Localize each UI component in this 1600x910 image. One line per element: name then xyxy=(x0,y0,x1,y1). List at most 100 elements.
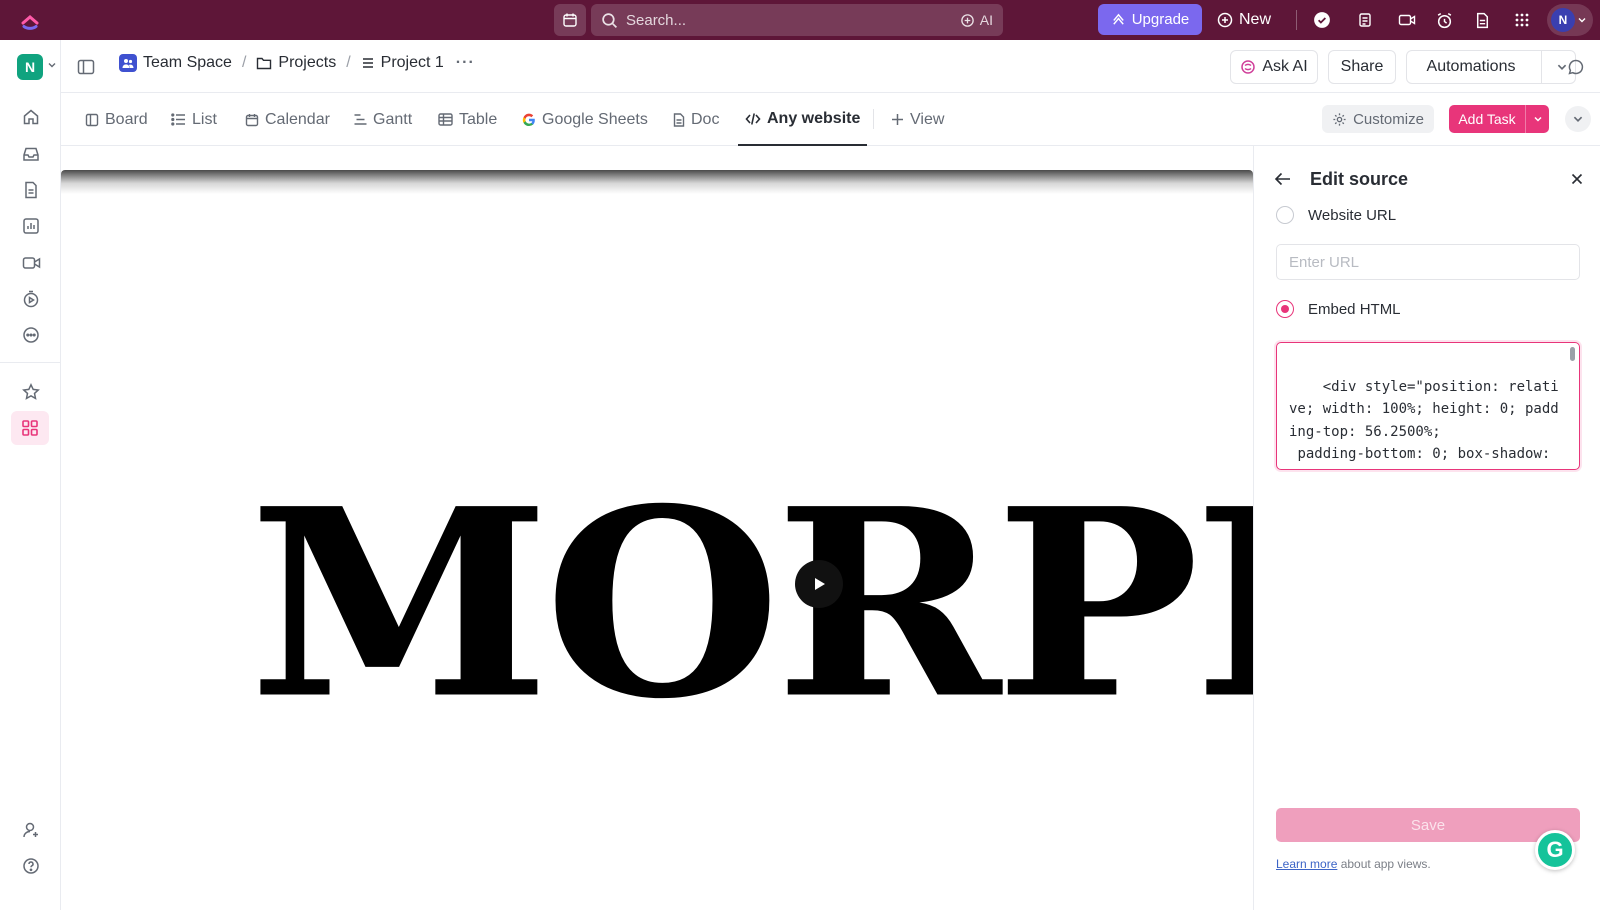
breadcrumb-project-1[interactable]: Project 1 xyxy=(361,54,444,72)
search-bar[interactable]: Search... AI xyxy=(591,4,1003,36)
rail-divider xyxy=(0,362,60,363)
automations-button[interactable]: Automations xyxy=(1406,50,1576,84)
video-icon[interactable] xyxy=(1395,8,1419,32)
edit-source-panel: Edit source Website URL Embed HTML <div … xyxy=(1253,146,1600,910)
tab-any-website[interactable]: Any website xyxy=(738,93,868,146)
add-task-label: Add Task xyxy=(1458,111,1516,127)
chat-icon[interactable] xyxy=(1563,54,1589,80)
calendar-icon[interactable] xyxy=(554,4,586,36)
ai-sparkle-icon xyxy=(960,13,974,27)
chevron-down-icon[interactable] xyxy=(47,60,57,70)
docs-icon[interactable] xyxy=(18,177,44,203)
avatar: N xyxy=(1551,8,1575,32)
embed-top-shadow xyxy=(61,170,1253,194)
left-rail: N xyxy=(0,40,61,910)
clips-video-icon[interactable] xyxy=(18,250,44,276)
notepad-icon[interactable] xyxy=(1353,8,1377,32)
list-icon xyxy=(171,113,185,126)
tab-calendar[interactable]: Calendar xyxy=(245,93,330,146)
collapse-button[interactable] xyxy=(1565,106,1591,132)
workspace-avatar[interactable]: N xyxy=(17,54,43,80)
divider xyxy=(1296,10,1297,30)
chevron-down-icon xyxy=(1578,18,1586,23)
tab-board[interactable]: Board xyxy=(85,93,148,146)
panel-header: Edit source xyxy=(1274,166,1584,192)
divider xyxy=(1541,51,1542,83)
breadcrumb: Team Space / Projects / Project 1 ··· xyxy=(119,54,475,72)
add-task-button[interactable]: Add Task xyxy=(1449,105,1549,133)
alarm-clock-icon[interactable] xyxy=(1432,8,1456,32)
tab-google-sheets[interactable]: Google Sheets xyxy=(522,93,648,146)
check-circle-icon[interactable] xyxy=(1310,8,1334,32)
embedded-website-frame[interactable]: MORPH xyxy=(61,146,1253,910)
breadcrumb-label: Project 1 xyxy=(380,54,444,71)
breadcrumb-separator: / xyxy=(241,54,247,71)
page-header: Team Space / Projects / Project 1 ··· As… xyxy=(61,40,1600,93)
search-ai-label: AI xyxy=(979,12,993,28)
embed-html-radio[interactable] xyxy=(1276,300,1294,318)
website-url-option[interactable]: Website URL xyxy=(1276,206,1396,224)
breadcrumb-more-button[interactable]: ··· xyxy=(456,54,475,72)
apps-grid-icon[interactable] xyxy=(1510,8,1534,32)
tab-gantt[interactable]: Gantt xyxy=(353,93,412,146)
ask-ai-button[interactable]: Ask AI xyxy=(1230,50,1318,84)
play-button[interactable] xyxy=(795,560,843,608)
chevron-down-icon xyxy=(1533,116,1542,122)
embed-html-textarea[interactable]: <div style="position: relative; width: 1… xyxy=(1276,342,1580,470)
plus-circle-icon xyxy=(1217,12,1233,27)
code-icon xyxy=(745,112,761,125)
share-button[interactable]: Share xyxy=(1328,50,1396,84)
clickup-logo-icon[interactable] xyxy=(18,8,42,32)
website-url-radio[interactable] xyxy=(1276,206,1294,224)
document-icon[interactable] xyxy=(1470,8,1494,32)
spaces-grid-icon[interactable] xyxy=(11,411,49,445)
table-icon xyxy=(438,113,453,126)
top-bar: Search... AI Upgrade New N xyxy=(0,0,1600,40)
embed-html-code: <div style="position: relative; width: 1… xyxy=(1289,378,1559,470)
dashboards-icon[interactable] xyxy=(18,213,44,239)
add-task-dropdown[interactable] xyxy=(1525,105,1549,133)
more-icon[interactable] xyxy=(18,322,44,348)
tab-list[interactable]: List xyxy=(171,93,217,146)
share-label: Share xyxy=(1340,58,1384,75)
folder-icon xyxy=(257,57,272,70)
view-tabs: Board List Calendar Gantt Table Google S… xyxy=(61,93,1600,146)
learn-more-link[interactable]: Learn more xyxy=(1276,857,1337,871)
ask-ai-label: Ask AI xyxy=(1262,58,1308,75)
url-input[interactable] xyxy=(1276,244,1580,280)
breadcrumb-team-space[interactable]: Team Space xyxy=(119,54,232,72)
chevron-down-icon xyxy=(1573,116,1583,122)
tab-label: View xyxy=(910,110,945,128)
home-icon[interactable] xyxy=(18,104,44,130)
favorites-star-icon[interactable] xyxy=(18,379,44,405)
customize-button[interactable]: Customize xyxy=(1322,105,1434,133)
board-icon xyxy=(85,113,99,126)
help-icon[interactable] xyxy=(18,853,44,879)
upgrade-button[interactable]: Upgrade xyxy=(1098,4,1202,35)
tab-label: Calendar xyxy=(265,110,330,128)
close-icon[interactable] xyxy=(1570,172,1584,186)
grammarly-icon[interactable]: G xyxy=(1535,830,1575,870)
timesheets-icon[interactable] xyxy=(18,286,44,312)
upgrade-label: Upgrade xyxy=(1131,11,1190,28)
inbox-icon[interactable] xyxy=(18,141,44,167)
search-ai-button[interactable]: AI xyxy=(960,12,993,28)
textarea-scrollbar[interactable] xyxy=(1570,347,1575,361)
save-button[interactable]: Save xyxy=(1276,808,1580,842)
embed-html-option[interactable]: Embed HTML xyxy=(1276,300,1401,318)
user-avatar-menu[interactable]: N xyxy=(1547,4,1593,36)
tab-label: Board xyxy=(105,110,148,128)
upgrade-icon xyxy=(1112,13,1124,25)
invite-user-icon[interactable] xyxy=(18,817,44,843)
tab-label: Google Sheets xyxy=(542,110,648,128)
tab-table[interactable]: Table xyxy=(438,93,497,146)
breadcrumb-label: Team Space xyxy=(143,54,232,71)
sidebar-toggle-icon[interactable] xyxy=(73,54,99,80)
tab-label: Table xyxy=(459,110,498,128)
back-arrow-icon[interactable] xyxy=(1274,171,1292,187)
tab-doc[interactable]: Doc xyxy=(673,93,719,146)
new-button[interactable]: New xyxy=(1217,4,1279,35)
play-icon xyxy=(815,578,825,590)
breadcrumb-projects[interactable]: Projects xyxy=(256,54,336,72)
add-view-button[interactable]: View xyxy=(891,93,944,146)
